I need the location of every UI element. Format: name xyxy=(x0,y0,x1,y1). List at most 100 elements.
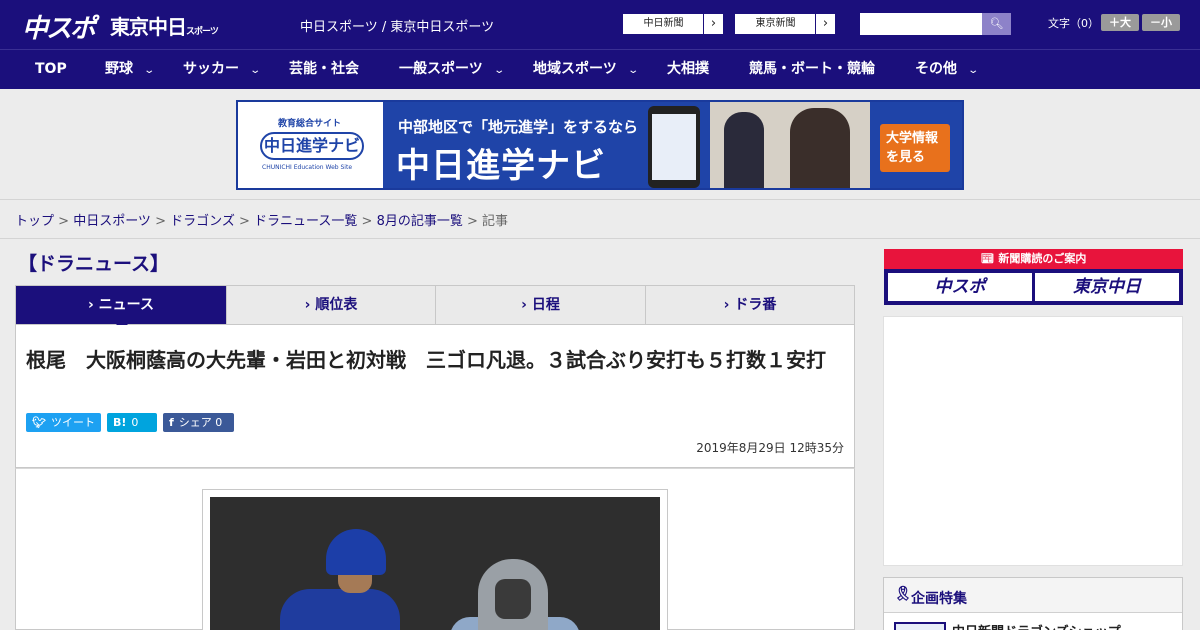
tab-label: 日程 xyxy=(531,297,560,313)
nav-item-sumo[interactable]: 大相撲 xyxy=(667,50,709,90)
tab-standings[interactable]: › 順位表 xyxy=(227,286,436,324)
banner-area: 教育総合サイト 中日進学ナビ CHUNICHI Education Web Si… xyxy=(0,90,1200,200)
twitter-bird-icon: 🐦︎ xyxy=(32,416,46,429)
nav-label: 大相撲 xyxy=(667,61,709,77)
subscribe-tokyo-chunichi-button[interactable]: 東京中日 xyxy=(1035,273,1179,301)
breadcrumb-separator: > xyxy=(54,214,74,229)
tab-label: ドラ番 xyxy=(734,297,777,313)
chevron-right-icon: › xyxy=(703,14,723,34)
top-header: 中スポ 東京中日スポーツ 中日スポーツ / 東京中日スポーツ 中日新聞 › 東京… xyxy=(0,0,1200,49)
tab-news[interactable]: › ニュース xyxy=(16,286,227,324)
article-body xyxy=(15,468,855,630)
chunichi-shimbun-button[interactable]: 中日新聞 › xyxy=(622,13,724,35)
nav-item-other[interactable]: その他 ⌄ xyxy=(915,50,979,90)
site-links[interactable]: 中日スポーツ / 東京中日スポーツ xyxy=(300,16,494,35)
nav-item-regional-sports[interactable]: 地域スポーツ ⌄ xyxy=(533,50,639,90)
feature-thumbnail[interactable] xyxy=(894,622,946,630)
banner-cta-button[interactable]: 大学情報を見る xyxy=(880,124,950,172)
font-smaller-button[interactable]: －小 xyxy=(1142,14,1180,31)
chuspo-logo[interactable]: 中スポ xyxy=(22,8,96,45)
chunichi-shimbun-label: 中日新聞 xyxy=(643,18,684,29)
article-photo[interactable] xyxy=(210,497,660,630)
search-input[interactable] xyxy=(860,13,982,35)
subscribe-chuspo-button[interactable]: 中スポ xyxy=(888,273,1032,301)
tokyo-shimbun-button[interactable]: 東京新聞 › xyxy=(734,13,836,35)
tokyo-shimbun-label: 東京新聞 xyxy=(755,18,796,29)
chevron-down-icon: ⌄ xyxy=(249,65,262,76)
tokyo-chunichi-logo[interactable]: 東京中日スポーツ xyxy=(110,11,219,40)
hatena-count: 0 xyxy=(131,416,139,429)
tab-dora-ban[interactable]: › ドラ番 xyxy=(646,286,854,324)
search-button[interactable]: 🔍︎ xyxy=(982,13,1011,35)
facebook-share-label: シェア xyxy=(178,416,212,429)
shingaku-navi-banner[interactable]: 教育総合サイト 中日進学ナビ CHUNICHI Education Web Si… xyxy=(236,100,964,190)
tab-marker: › xyxy=(723,297,730,313)
chevron-down-icon: ⌄ xyxy=(143,65,156,76)
facebook-share-button[interactable]: f シェア 0 xyxy=(163,413,234,432)
nav-label: TOP xyxy=(35,61,67,77)
tab-marker: › xyxy=(304,297,311,313)
article-headline: 根尾 大阪桐蔭高の大先輩・岩田と初対戦 三ゴロ凡退。３試合ぶり安打も５打数１安打 xyxy=(26,348,826,372)
nav-label: 競馬・ボート・競輪 xyxy=(749,61,875,77)
nav-item-baseball[interactable]: 野球 ⌄ xyxy=(105,50,156,90)
breadcrumb-link-dragons[interactable]: ドラゴンズ xyxy=(170,214,235,229)
breadcrumb-link-chunichi-sports[interactable]: 中日スポーツ xyxy=(73,214,151,229)
subscription-heading[interactable]: 📰︎ 新聞購読のご案内 xyxy=(884,249,1183,269)
breadcrumb-link-august[interactable]: 8月の記事一覧 xyxy=(377,214,463,229)
published-date: 2019年8月29日 12時35分 xyxy=(696,441,844,455)
banner-logo-sub: CHUNICHI Education Web Site xyxy=(262,164,353,171)
nav-label: 一般スポーツ xyxy=(399,61,483,77)
breadcrumb-current: 記事 xyxy=(482,214,509,229)
tokyo-logo-suffix: スポーツ xyxy=(186,27,219,37)
nav-label: 野球 xyxy=(105,61,133,77)
nav-item-general-sports[interactable]: 一般スポーツ ⌄ xyxy=(399,50,505,90)
main-nav: TOP 野球 ⌄ サッカー ⌄ 芸能・社会 一般スポーツ ⌄ 地域スポーツ ⌄ 大相撲 … xyxy=(0,49,1200,89)
nav-item-top[interactable]: TOP xyxy=(35,50,67,90)
banner-logo-small: 教育総合サイト xyxy=(278,119,342,129)
tab-label: 順位表 xyxy=(315,297,358,313)
batter-helmet xyxy=(326,529,386,575)
feature-item[interactable]: 中日新聞ドラゴンズショップ xyxy=(952,621,1121,630)
tab-marker: › xyxy=(521,297,527,313)
article-header: 根尾 大阪桐蔭高の大先輩・岩田と初対戦 三ゴロ凡退。３試合ぶり安打も５打数１安打… xyxy=(15,325,855,468)
banner-title: 中日進学ナビ xyxy=(396,146,606,186)
breadcrumb-separator: > xyxy=(462,214,483,229)
feature-box: 🎗︎ 企画特集 中日新聞ドラゴンズショップ xyxy=(883,577,1183,630)
student-figure xyxy=(790,108,850,188)
chevron-down-icon: ⌄ xyxy=(493,65,505,76)
nav-label: サッカー xyxy=(183,61,239,77)
batter-figure xyxy=(280,589,400,630)
hatena-bookmark-button[interactable]: B! 0 xyxy=(107,413,157,432)
tab-schedule[interactable]: › 日程 xyxy=(436,286,646,324)
breadcrumb-link-top[interactable]: トップ xyxy=(15,214,54,229)
ribbon-icon: 🎗︎ xyxy=(894,586,912,602)
hatena-bookmark-icon: B! xyxy=(113,416,127,429)
facebook-count: 0 xyxy=(215,416,223,429)
tweet-button[interactable]: 🐦︎ ツイート xyxy=(26,413,101,432)
nav-item-racing[interactable]: 競馬・ボート・競輪 xyxy=(749,50,875,90)
breadcrumb-separator: > xyxy=(150,214,171,229)
tweet-label: ツイート xyxy=(50,416,95,429)
tab-marker: › xyxy=(88,297,94,313)
font-size-label: 文字（0） xyxy=(1048,17,1099,30)
nav-item-entertainment[interactable]: 芸能・社会 xyxy=(289,50,359,90)
divider xyxy=(0,238,1200,239)
nav-label: 芸能・社会 xyxy=(289,61,359,77)
article-photo-frame xyxy=(202,489,668,630)
feature-title: 企画特集 xyxy=(911,591,967,607)
newspaper-icon: 📰︎ xyxy=(980,252,995,265)
font-larger-button[interactable]: ＋大 xyxy=(1101,14,1139,31)
tab-label: ニュース xyxy=(98,297,154,313)
facebook-icon: f xyxy=(169,416,174,429)
sidebar-ad[interactable] xyxy=(883,316,1183,566)
search-icon: 🔍︎ xyxy=(989,17,1004,30)
breadcrumb: トップ > 中日スポーツ > ドラゴンズ > ドラニュース一覧 > 8月の記事一… xyxy=(15,210,508,229)
nav-label: その他 xyxy=(915,61,957,77)
subscription-heading-text: 新聞購読のご案内 xyxy=(998,252,1087,265)
nav-label: 地域スポーツ xyxy=(533,61,617,77)
catcher-face xyxy=(495,579,531,619)
section-title: 【ドラニュース】 xyxy=(18,253,170,275)
nav-item-soccer[interactable]: サッカー ⌄ xyxy=(183,50,262,90)
breadcrumb-link-dora-news[interactable]: ドラニュース一覧 xyxy=(254,214,357,229)
subscription-box: 📰︎ 新聞購読のご案内 中スポ 東京中日 xyxy=(884,249,1183,305)
